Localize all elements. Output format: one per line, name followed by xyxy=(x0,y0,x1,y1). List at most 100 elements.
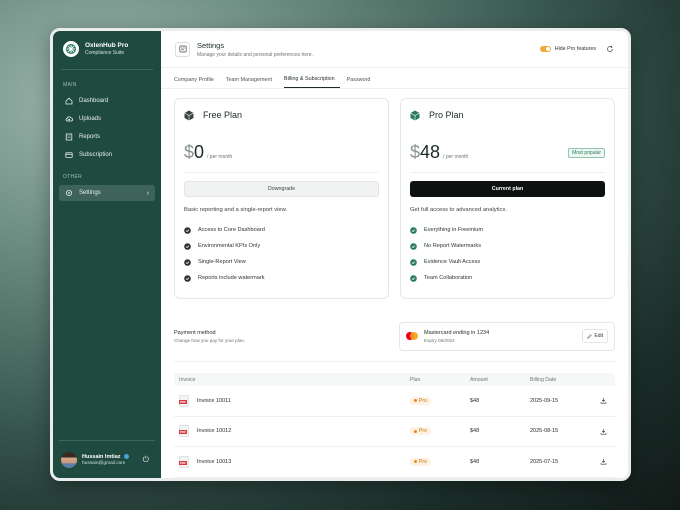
sidebar-item-uploads[interactable]: Uploads xyxy=(59,111,155,127)
feature-text: Reports include watermark xyxy=(198,275,265,281)
invoice-name: Invoice 10012 xyxy=(197,428,232,435)
check-circle-icon xyxy=(184,226,191,234)
mastercard-icon xyxy=(406,332,418,340)
check-circle-icon xyxy=(410,258,417,266)
cube-icon xyxy=(184,110,194,121)
invoice-date: 2025-08-15 xyxy=(530,428,559,435)
free-plan-card: Free Plan $ 0 / per month Downgrade Basi… xyxy=(174,98,389,299)
plan-divider xyxy=(184,172,379,173)
user-name-row: Hussain Imtiaz xyxy=(82,454,129,460)
check-circle-icon xyxy=(184,258,191,266)
brand-logo-icon xyxy=(63,41,79,57)
brand: OxlenHub Pro Compliance Suite xyxy=(53,31,161,65)
invoice-date: 2025-09-15 xyxy=(530,397,559,404)
invoice-table-header: Invoice Plan Amount Billing Date xyxy=(174,373,615,386)
refresh-icon[interactable] xyxy=(606,45,614,53)
report-icon xyxy=(65,133,73,141)
download-icon[interactable] xyxy=(600,428,607,435)
sidebar-item-label: Dashboard xyxy=(79,98,109,104)
sidebar-item-subscription[interactable]: Subscription xyxy=(59,147,155,163)
current-plan-button[interactable]: Current plan xyxy=(410,181,605,197)
check-circle-icon xyxy=(410,274,417,282)
edit-payment-button[interactable]: Edit xyxy=(582,329,608,343)
payment-method-subtitle: Change how you pay for your plan. xyxy=(174,337,246,343)
check-circle-icon xyxy=(184,242,191,250)
hide-pro-toggle-label: Hide Pro features xyxy=(554,46,596,52)
hide-pro-toggle[interactable] xyxy=(539,46,551,52)
table-row: Invoice 10011 Pro $48 2025-09-15 xyxy=(174,386,615,417)
gear-icon xyxy=(65,189,73,197)
plan-badge-label: Pro xyxy=(419,397,427,404)
plan-badge: Pro xyxy=(410,457,431,466)
brand-subtitle: Compliance Suite xyxy=(85,49,125,56)
tab-billing-subscription[interactable]: Billing & Subscription xyxy=(284,76,340,88)
feature-item: No Report Watermarks xyxy=(410,238,605,254)
invoice-amount: $48 xyxy=(470,428,480,435)
sidebar-item-label: Settings xyxy=(79,190,101,196)
tab-team-management[interactable]: Team Management xyxy=(226,77,277,88)
table-row: Invoice 10013 Pro $48 2025-07-15 xyxy=(174,447,615,478)
invoice-amount: $48 xyxy=(470,397,480,404)
price-period: / per month xyxy=(443,154,469,160)
plan-badge-label: Pro xyxy=(419,458,427,465)
download-icon[interactable] xyxy=(600,458,607,465)
tab-password[interactable]: Password xyxy=(347,77,376,88)
cloud-upload-icon xyxy=(65,115,73,123)
user-profile[interactable]: Hussain Imtiaz hussain@gmail.com ⏻ xyxy=(59,440,155,478)
sidebar-item-reports[interactable]: Reports xyxy=(59,129,155,145)
tab-company-profile[interactable]: Company Profile xyxy=(174,77,219,88)
sidebar-item-settings[interactable]: Settings › xyxy=(59,185,155,201)
avatar xyxy=(61,451,77,468)
plans: Free Plan $ 0 / per month Downgrade Basi… xyxy=(174,98,615,299)
feature-item: Reports include watermark xyxy=(184,270,379,286)
plan-description: Get full access to advanced analytics. xyxy=(410,207,507,213)
sidebar-section-main: MAIN xyxy=(63,82,77,88)
feature-item: Team Collaboration xyxy=(410,270,605,286)
price-currency: $ xyxy=(184,142,195,162)
pdf-file-icon xyxy=(179,455,189,468)
price-period: / per month xyxy=(207,154,233,160)
edit-label: Edit xyxy=(594,333,603,339)
feature-text: Evidence Vault Access xyxy=(424,259,481,265)
brand-name: OxlenHub Pro xyxy=(85,41,129,49)
plan-badge-label: Pro xyxy=(419,428,427,435)
check-circle-icon xyxy=(410,226,417,234)
plan-description: Basic reporting and a single-report view… xyxy=(184,207,288,213)
sidebar-divider xyxy=(61,69,153,70)
price-currency: $ xyxy=(410,142,421,162)
col-invoice: Invoice xyxy=(179,376,196,383)
downgrade-button[interactable]: Downgrade xyxy=(184,181,379,197)
table-row: Invoice 10012 Pro $48 2025-08-15 xyxy=(174,417,615,447)
feature-text: No Report Watermarks xyxy=(424,243,481,249)
feature-text: Team Collaboration xyxy=(424,275,473,281)
card-name: Mastercard ending in 1234 xyxy=(424,329,490,336)
plan-badge: Pro xyxy=(410,396,431,405)
settings-page-icon xyxy=(175,41,190,57)
sidebar-section-other: OTHER xyxy=(63,174,82,180)
logout-icon[interactable]: ⏻ xyxy=(143,455,149,465)
plan-name: Free Plan xyxy=(203,110,243,120)
feature-item: Single-Report View xyxy=(184,254,379,270)
price-amount: 48 xyxy=(420,142,441,162)
pencil-icon xyxy=(587,333,593,339)
cube-icon xyxy=(410,110,420,121)
feature-list: Access to Core Dashboard Environmental K… xyxy=(184,222,379,286)
topbar: Settings Manage your details and persona… xyxy=(161,31,628,68)
invoice-table: Invoice Plan Amount Billing Date Invoice… xyxy=(174,373,615,478)
verified-badge-icon xyxy=(123,454,129,459)
check-circle-icon xyxy=(184,274,191,282)
feature-text: Everything in Freemium xyxy=(424,227,484,233)
section-divider xyxy=(174,361,615,362)
pro-plan-card: Pro Plan $ 48 / per month Most popular C… xyxy=(400,98,615,299)
feature-list: Everything in Freemium No Report Waterma… xyxy=(410,222,605,286)
price-amount: 0 xyxy=(194,142,205,162)
check-circle-icon xyxy=(410,242,417,250)
pdf-file-icon xyxy=(179,394,189,407)
payment-card: Mastercard ending in 1234 Expiry 06/2024… xyxy=(399,321,615,351)
sidebar-item-dashboard[interactable]: Dashboard xyxy=(59,93,155,109)
user-name: Hussain Imtiaz xyxy=(82,453,121,460)
sidebar-item-label: Uploads xyxy=(79,116,102,122)
download-icon[interactable] xyxy=(600,397,607,404)
feature-item: Evidence Vault Access xyxy=(410,254,605,270)
card-icon xyxy=(65,151,73,159)
